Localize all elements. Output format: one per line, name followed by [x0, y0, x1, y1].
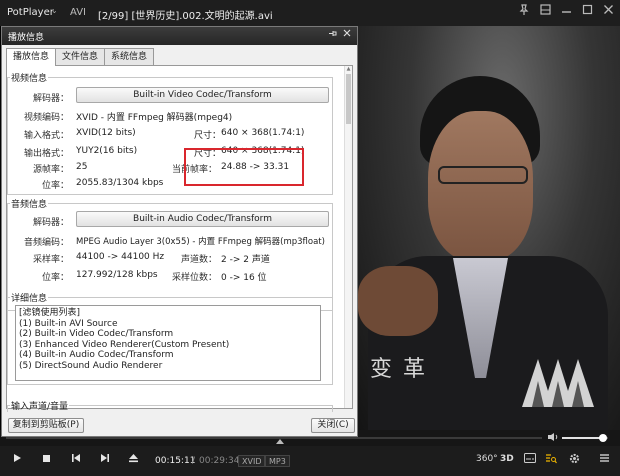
video-bitrate-label: 位率：	[41, 181, 69, 191]
minimize-icon[interactable]	[560, 4, 572, 18]
audio-decoder-label: 解码器：	[32, 218, 69, 228]
player-title-bar: PotPlayer ⌄ AVI [2/99] [世界历史].002.文明的起源.…	[0, 0, 620, 26]
channel-logo-icon	[522, 359, 594, 407]
close-icon[interactable]	[602, 4, 614, 18]
next-icon[interactable]	[97, 453, 113, 469]
dialog-tabs: 播放信息 文件信息 系统信息	[6, 48, 155, 66]
menu-icon[interactable]	[596, 453, 612, 469]
panel-scrollbar[interactable]: ▲	[344, 66, 352, 408]
video-codec-label: 视频编码：	[23, 113, 69, 123]
video-codec-badge[interactable]: XVID	[238, 455, 266, 467]
playback-info-dialog: 播放信息 播放信息 文件信息 系统信息 ▲ 视频信息 解码器： Built-in…	[1, 26, 358, 437]
dialog-close-icon[interactable]	[343, 29, 351, 40]
list-item[interactable]: (3) Enhanced Video Renderer(Custom Prese…	[19, 340, 317, 351]
scroll-thumb[interactable]	[346, 74, 351, 124]
scroll-up-arrow-icon[interactable]: ▲	[345, 66, 352, 74]
current-time[interactable]: 00:15:11	[155, 456, 195, 466]
list-item[interactable]: (1) Built-in AVI Source	[19, 319, 317, 330]
source-fps-value: 25	[76, 162, 88, 172]
video-caption: 变 革	[370, 357, 427, 382]
maximize-icon[interactable]	[581, 4, 593, 18]
input-format-value: XVID(12 bits)	[76, 128, 136, 138]
dialog-title: 播放信息	[8, 33, 45, 43]
compact-mode-icon[interactable]	[539, 4, 551, 18]
details-legend: 详细信息	[11, 294, 48, 304]
audio-codec-value: MPEG Audio Layer 3(0x55) - 内置 FFmpeg 解码器…	[76, 237, 325, 247]
vr-360-button[interactable]: 360°	[476, 454, 498, 464]
video-person-face	[428, 111, 533, 261]
3d-button[interactable]: 3D	[500, 454, 514, 464]
sample-bits-value: 0 -> 16 位	[221, 273, 267, 283]
video-person-hand	[358, 266, 438, 336]
app-menu-chevron-icon[interactable]: ⌄	[51, 6, 58, 15]
audio-info-legend: 音频信息	[11, 200, 48, 210]
output-format-label: 输出格式：	[23, 149, 69, 159]
file-title: [2/99] [世界历史].002.文明的起源.avi	[98, 11, 273, 22]
time-separator: /	[192, 456, 196, 466]
open-file-icon[interactable]	[125, 453, 141, 469]
sample-bits-label: 采样位数：	[171, 273, 217, 283]
settings-gear-icon[interactable]	[566, 453, 582, 469]
video-codec-value: XVID - 内置 FFmpeg 解码器(mpeg4)	[76, 113, 233, 123]
list-item[interactable]: (5) DirectSound Audio Renderer	[19, 361, 317, 372]
tab-file-info[interactable]: 文件信息	[55, 48, 106, 65]
play-icon[interactable]	[9, 453, 25, 469]
input-channel-legend: 输入声道/音量	[11, 402, 69, 412]
list-item[interactable]: [滤镜使用列表]	[19, 308, 317, 319]
tab-system-info[interactable]: 系统信息	[104, 48, 155, 65]
previous-icon[interactable]	[68, 453, 84, 469]
playlist-search-icon[interactable]	[543, 453, 559, 469]
channels-value: 2 -> 2 声道	[221, 255, 270, 265]
size-highlight-box	[184, 148, 304, 186]
audio-bitrate-value: 127.992/128 kbps	[76, 270, 158, 280]
control-bar: 00:15:11 / 00:29:34 XVID MP3 360° 3D	[0, 446, 620, 476]
audio-decoder-button[interactable]: Built-in Audio Codec/Transform	[76, 211, 329, 227]
video-bitrate-value: 2055.83/1304 kbps	[76, 178, 164, 188]
stop-icon[interactable]	[38, 453, 54, 469]
input-size-label: 尺寸：	[194, 131, 222, 141]
sample-rate-value: 44100 -> 44100 Hz	[76, 252, 165, 262]
window-buttons	[518, 4, 614, 18]
list-item[interactable]: (4) Built-in Audio Codec/Transform	[19, 350, 317, 361]
pin-icon[interactable]	[518, 4, 530, 18]
input-size-value: 640 × 368(1.74:1)	[221, 128, 305, 138]
seek-bar[interactable]	[6, 437, 542, 439]
source-fps-label: 源帧率：	[32, 165, 69, 175]
tab-playback-info[interactable]: 播放信息	[6, 48, 57, 66]
audio-codec-badge[interactable]: MP3	[265, 455, 290, 467]
seek-position-marker[interactable]	[276, 439, 284, 444]
volume-slider[interactable]	[562, 434, 608, 442]
list-item[interactable]: (2) Built-in Video Codec/Transform	[19, 329, 317, 340]
channels-label: 声道数：	[180, 255, 217, 265]
subtitle-icon[interactable]	[522, 453, 538, 469]
video-decoder-label: 解码器：	[32, 94, 69, 104]
audio-codec-label: 音频编码：	[23, 238, 69, 248]
volume-icon[interactable]	[547, 432, 559, 445]
filter-list[interactable]: [滤镜使用列表] (1) Built-in AVI Source (2) Bui…	[15, 305, 321, 381]
input-format-label: 输入格式：	[23, 131, 69, 141]
volume-slider-knob[interactable]	[599, 434, 608, 442]
copy-to-clipboard-button[interactable]: 复制到剪贴板(P)	[8, 418, 84, 433]
video-person-glasses	[438, 166, 528, 184]
video-decoder-button[interactable]: Built-in Video Codec/Transform	[76, 87, 329, 103]
video-frame[interactable]: 变 革	[358, 26, 620, 430]
output-format-value: YUY2(16 bits)	[76, 146, 138, 156]
audio-bitrate-label: 位率：	[41, 273, 69, 283]
sample-rate-label: 采样率：	[32, 255, 69, 265]
file-format-label: AVI	[70, 7, 86, 18]
dialog-pin-icon[interactable]	[328, 29, 337, 41]
close-dialog-button[interactable]: 关闭(C)	[311, 418, 355, 433]
dialog-title-bar[interactable]: 播放信息	[2, 27, 357, 45]
app-name[interactable]: PotPlayer	[7, 7, 54, 18]
total-time[interactable]: 00:29:34	[199, 456, 239, 466]
video-info-legend: 视频信息	[11, 74, 48, 84]
volume-slider-fill	[562, 437, 604, 439]
input-channel-group: 输入声道/音量	[7, 399, 333, 412]
